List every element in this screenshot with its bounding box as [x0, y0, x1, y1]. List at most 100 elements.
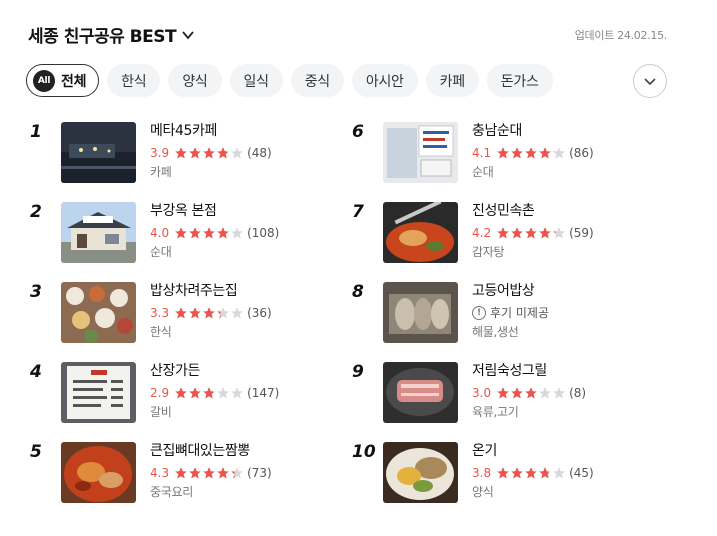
star-icon [217, 146, 229, 159]
chevron-down-icon[interactable] [180, 27, 196, 43]
storefront-sign-photo[interactable] [383, 122, 458, 183]
gamjatang-photo[interactable] [383, 202, 458, 263]
restaurant-item[interactable]: 10 온기 3.8 (45) 양식 [352, 442, 652, 522]
chevron-down-icon [644, 78, 656, 86]
restaurant-item[interactable]: 1 메타45카페 3.9 (48) 카페 [30, 122, 330, 202]
restaurant-name[interactable]: 부강옥 본점 [150, 202, 279, 223]
star-icon [231, 146, 243, 159]
rank-number: 6 [352, 122, 364, 142]
jjamppong-photo[interactable] [61, 442, 136, 503]
star-icon [217, 466, 229, 479]
tab-asian[interactable]: 아시안 [351, 64, 418, 97]
restaurant-category: 순대 [150, 245, 172, 259]
rating-row: 3.3 (36) [150, 303, 272, 322]
review-count: (48) [247, 145, 272, 160]
restaurant-name[interactable]: 밥상차려주는집 [150, 282, 272, 303]
restaurant-item[interactable]: 4 산장가든 2.9 (147) 갈비 [30, 362, 330, 442]
rank-number: 1 [30, 122, 42, 142]
restaurant-category: 해물,생선 [472, 325, 519, 339]
rating-row: 2.9 (147) [150, 383, 279, 402]
rating-score: 3.9 [150, 145, 170, 160]
review-count: (86) [569, 145, 594, 160]
restaurant-info: 산장가든 2.9 (147) 갈비 [150, 362, 279, 420]
restaurant-name[interactable]: 큰집뼈대있는짬뽕 [150, 442, 272, 463]
restaurant-name[interactable]: 충남순대 [472, 122, 594, 143]
tab-japanese[interactable]: 일식 [229, 64, 283, 97]
tab-all[interactable]: All 전체 [26, 64, 100, 97]
star-icon [175, 386, 187, 399]
star-icon [525, 466, 537, 479]
restaurant-category: 갈비 [150, 405, 172, 419]
restaurant-name[interactable]: 메타45카페 [150, 122, 272, 143]
restaurant-name[interactable]: 온기 [472, 442, 594, 463]
star-icon [511, 386, 523, 399]
expand-tabs-button[interactable] [633, 64, 667, 98]
star-icon [511, 226, 523, 239]
star-icon [553, 226, 565, 239]
restaurant-category: 카페 [150, 165, 172, 179]
star-icon [231, 386, 243, 399]
brunch-plate-photo[interactable] [383, 442, 458, 503]
rating-score: 3.0 [472, 385, 492, 400]
restaurant-item[interactable]: 5 큰집뼈대있는짬뽕 4.3 (73) 중국요리 [30, 442, 330, 522]
page-title[interactable]: 세종 친구공유 BEST [28, 22, 177, 47]
star-icon [553, 146, 565, 159]
star-icon [217, 306, 229, 319]
restaurant-building-photo[interactable] [61, 202, 136, 263]
restaurant-item[interactable]: 9 저림숙성그릴 3.0 (8) 육류,고기 [352, 362, 652, 442]
restaurant-name[interactable]: 저림숙성그릴 [472, 362, 586, 383]
tab-western[interactable]: 양식 [168, 64, 222, 97]
rank-number: 5 [30, 442, 42, 462]
tab-chinese[interactable]: 중식 [290, 64, 344, 97]
star-icon [217, 226, 229, 239]
star-icon [539, 386, 551, 399]
header: 세종 친구공유 BEST [28, 22, 196, 47]
rank-number: 2 [30, 202, 42, 222]
star-icon [231, 306, 243, 319]
rating-row: 4.2 (59) [472, 223, 594, 242]
restaurant-name[interactable]: 고등어밥상 [472, 282, 549, 303]
tab-donkatsu[interactable]: 돈가스 [486, 64, 553, 97]
ranking-list-right: 6 충남순대 4.1 (86) 순대 7 진성민속촌 4.2 (59) 감자탕 8 고등어밥상! 후기 … [352, 122, 652, 522]
restaurant-item[interactable]: 2 부강옥 본점 4.0 (108) 순대 [30, 202, 330, 282]
restaurant-item[interactable]: 8 고등어밥상! 후기 미제공 해물,생선 [352, 282, 652, 362]
cafe-night-photo[interactable] [61, 122, 136, 183]
tab-label: 전체 [61, 73, 87, 90]
restaurant-item[interactable]: 6 충남순대 4.1 (86) 순대 [352, 122, 652, 202]
star-icon [217, 386, 229, 399]
restaurant-item[interactable]: 7 진성민속촌 4.2 (59) 감자탕 [352, 202, 652, 282]
grilled-meat-photo[interactable] [383, 362, 458, 423]
star-rating [496, 386, 566, 400]
restaurant-item[interactable]: 3 밥상차려주는집 3.3 (36) 한식 [30, 282, 330, 362]
rank-number: 4 [30, 362, 42, 382]
rating-row: 3.0 (8) [472, 383, 586, 402]
star-rating [496, 146, 566, 160]
star-icon [189, 226, 201, 239]
restaurant-name[interactable]: 산장가든 [150, 362, 279, 383]
ranking-list-left: 1 메타45카페 3.9 (48) 카페 2 부강옥 본점 4.0 (108) 순대 3 밥상차려주는… [30, 122, 330, 522]
update-date: 업데이트 24.02.15. [574, 29, 668, 42]
review-count: (8) [569, 385, 587, 400]
restaurant-category: 육류,고기 [472, 405, 519, 419]
star-icon [525, 226, 537, 239]
star-icon [525, 386, 537, 399]
tab-korean[interactable]: 한식 [107, 64, 161, 97]
restaurant-info: 진성민속촌 4.2 (59) 감자탕 [472, 202, 594, 260]
star-icon [203, 466, 215, 479]
restaurant-name[interactable]: 진성민속촌 [472, 202, 594, 223]
restaurant-info: 밥상차려주는집 3.3 (36) 한식 [150, 282, 272, 340]
star-rating [496, 226, 566, 240]
tab-cafe[interactable]: 카페 [425, 64, 479, 97]
star-icon [525, 146, 537, 159]
rating-row: 4.3 (73) [150, 463, 272, 482]
star-icon [189, 466, 201, 479]
star-icon [189, 386, 201, 399]
review-count: (73) [247, 465, 272, 480]
star-icon [497, 226, 509, 239]
menu-board-photo[interactable] [61, 362, 136, 423]
korean-table-photo[interactable] [61, 282, 136, 343]
rating-score: 2.9 [150, 385, 170, 400]
star-icon [203, 146, 215, 159]
rating-row: 4.1 (86) [472, 143, 594, 162]
grilled-fish-photo[interactable] [383, 282, 458, 343]
